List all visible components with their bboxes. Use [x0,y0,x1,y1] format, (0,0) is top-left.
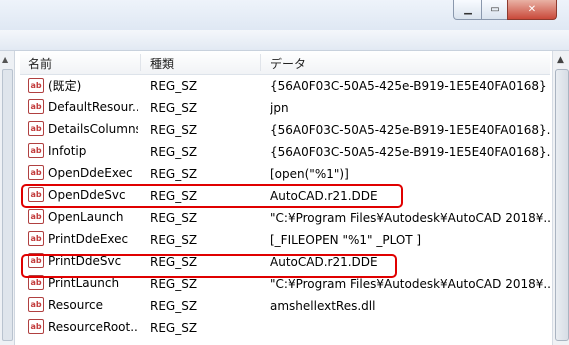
value-name: OpenDdeExec [48,165,133,180]
value-type: REG_SZ [150,79,198,93]
value-data: jpn [270,101,289,115]
highlight-box-printdde [21,254,397,278]
value-data: amshellextRes.dll [270,299,376,313]
value-name-cell: ab ResourceRoot... [28,319,138,334]
column-divider[interactable] [260,54,261,71]
value-type: REG_SZ [150,277,198,291]
value-type: REG_SZ [150,123,198,137]
column-header-data[interactable]: データ [270,55,306,72]
registry-row[interactable]: ab PrintDdeExec REG_SZ [_FILEOPEN "%1" _P… [20,229,550,251]
value-name-cell: ab DetailsColumns [28,121,138,136]
maximize-button[interactable]: ▭ [481,0,509,20]
registry-row[interactable]: ab DetailsColumns REG_SZ {56A0F03C-50A5-4… [20,119,550,141]
value-name: (既定) [48,79,82,93]
value-name: DefaultResour... [48,99,138,114]
value-type: REG_SZ [150,145,198,159]
column-divider[interactable] [140,54,141,71]
close-icon: ✕ [527,4,537,15]
window-titlebar: ▁ ▭ ✕ [0,0,569,30]
highlight-box-opendde [21,184,403,208]
value-name-cell: ab (既定) [28,77,138,94]
string-value-icon: ab [28,143,44,158]
value-name: Infotip [48,143,87,158]
scroll-up-arrow-icon[interactable]: ▲ [2,55,8,64]
string-value-icon: ab [28,78,44,93]
string-value-icon: ab [28,231,44,246]
value-name-cell: ab OpenDdeExec [28,165,138,180]
string-value-icon: ab [28,297,44,312]
string-value-icon: ab [28,165,44,180]
value-name: PrintDdeExec [48,231,129,246]
value-data: {56A0F03C-50A5-425e-B919-1E5E40FA0168} [270,79,547,93]
list-header: 名前 種類 データ [20,51,550,75]
registry-row[interactable]: ab ResourceRoot... REG_SZ [20,317,550,339]
value-type: REG_SZ [150,233,198,247]
column-header-name[interactable]: 名前 [28,55,52,72]
value-name-cell: ab OpenLaunch [28,209,138,224]
minimize-icon: ▁ [464,4,472,15]
value-data: "C:¥Program Files¥Autodesk¥AutoCAD 2018¥… [270,211,550,225]
tree-pane-scrollbar[interactable]: ▲ [0,51,15,345]
registry-row[interactable]: ab (既定) REG_SZ {56A0F03C-50A5-425e-B919-1… [20,75,550,97]
vertical-scrollbar[interactable]: ▲ [552,51,569,345]
value-data: [_FILEOPEN "%1" _PLOT ] [270,233,422,247]
value-name: Resource [48,297,104,312]
value-name-cell: ab DefaultResour... [28,99,138,114]
value-data: "C:¥Program Files¥Autodesk¥AutoCAD 2018¥… [270,277,550,291]
string-value-icon: ab [28,319,44,334]
value-name-cell: ab PrintDdeExec [28,231,138,246]
string-value-icon: ab [28,99,44,114]
value-data: {56A0F03C-50A5-425e-B919-1E5E40FA0168}..… [270,145,550,159]
value-name: ResourceRoot... [48,319,138,334]
scroll-thumb[interactable] [2,69,13,341]
registry-row[interactable]: ab OpenLaunch REG_SZ "C:¥Program Files¥Au… [20,207,550,229]
scroll-thumb[interactable] [555,69,569,341]
menu-bar [0,30,569,51]
value-data: {56A0F03C-50A5-425e-B919-1E5E40FA0168}..… [270,123,550,137]
value-type: REG_SZ [150,299,198,313]
scroll-up-arrow-icon[interactable]: ▲ [557,55,564,65]
value-type: REG_SZ [150,167,198,181]
value-name: OpenLaunch [48,209,124,224]
registry-row[interactable]: ab OpenDdeExec REG_SZ [open("%1")] [20,163,550,185]
value-name-cell: ab Resource [28,297,138,312]
registry-row[interactable]: ab Resource REG_SZ amshellextRes.dll [20,295,550,317]
column-header-type[interactable]: 種類 [150,55,174,72]
value-data: [open("%1")] [270,167,349,181]
value-name: DetailsColumns [48,121,138,136]
registry-row[interactable]: ab DefaultResour... REG_SZ jpn [20,97,550,119]
value-type: REG_SZ [150,101,198,115]
close-button[interactable]: ✕ [507,0,557,20]
value-type: REG_SZ [150,211,198,225]
registry-row[interactable]: ab Infotip REG_SZ {56A0F03C-50A5-425e-B91… [20,141,550,163]
string-value-icon: ab [28,121,44,136]
value-name-cell: ab Infotip [28,143,138,158]
maximize-icon: ▭ [490,4,500,15]
minimize-button[interactable]: ▁ [453,0,483,20]
string-value-icon: ab [28,209,44,224]
value-type: REG_SZ [150,321,198,335]
